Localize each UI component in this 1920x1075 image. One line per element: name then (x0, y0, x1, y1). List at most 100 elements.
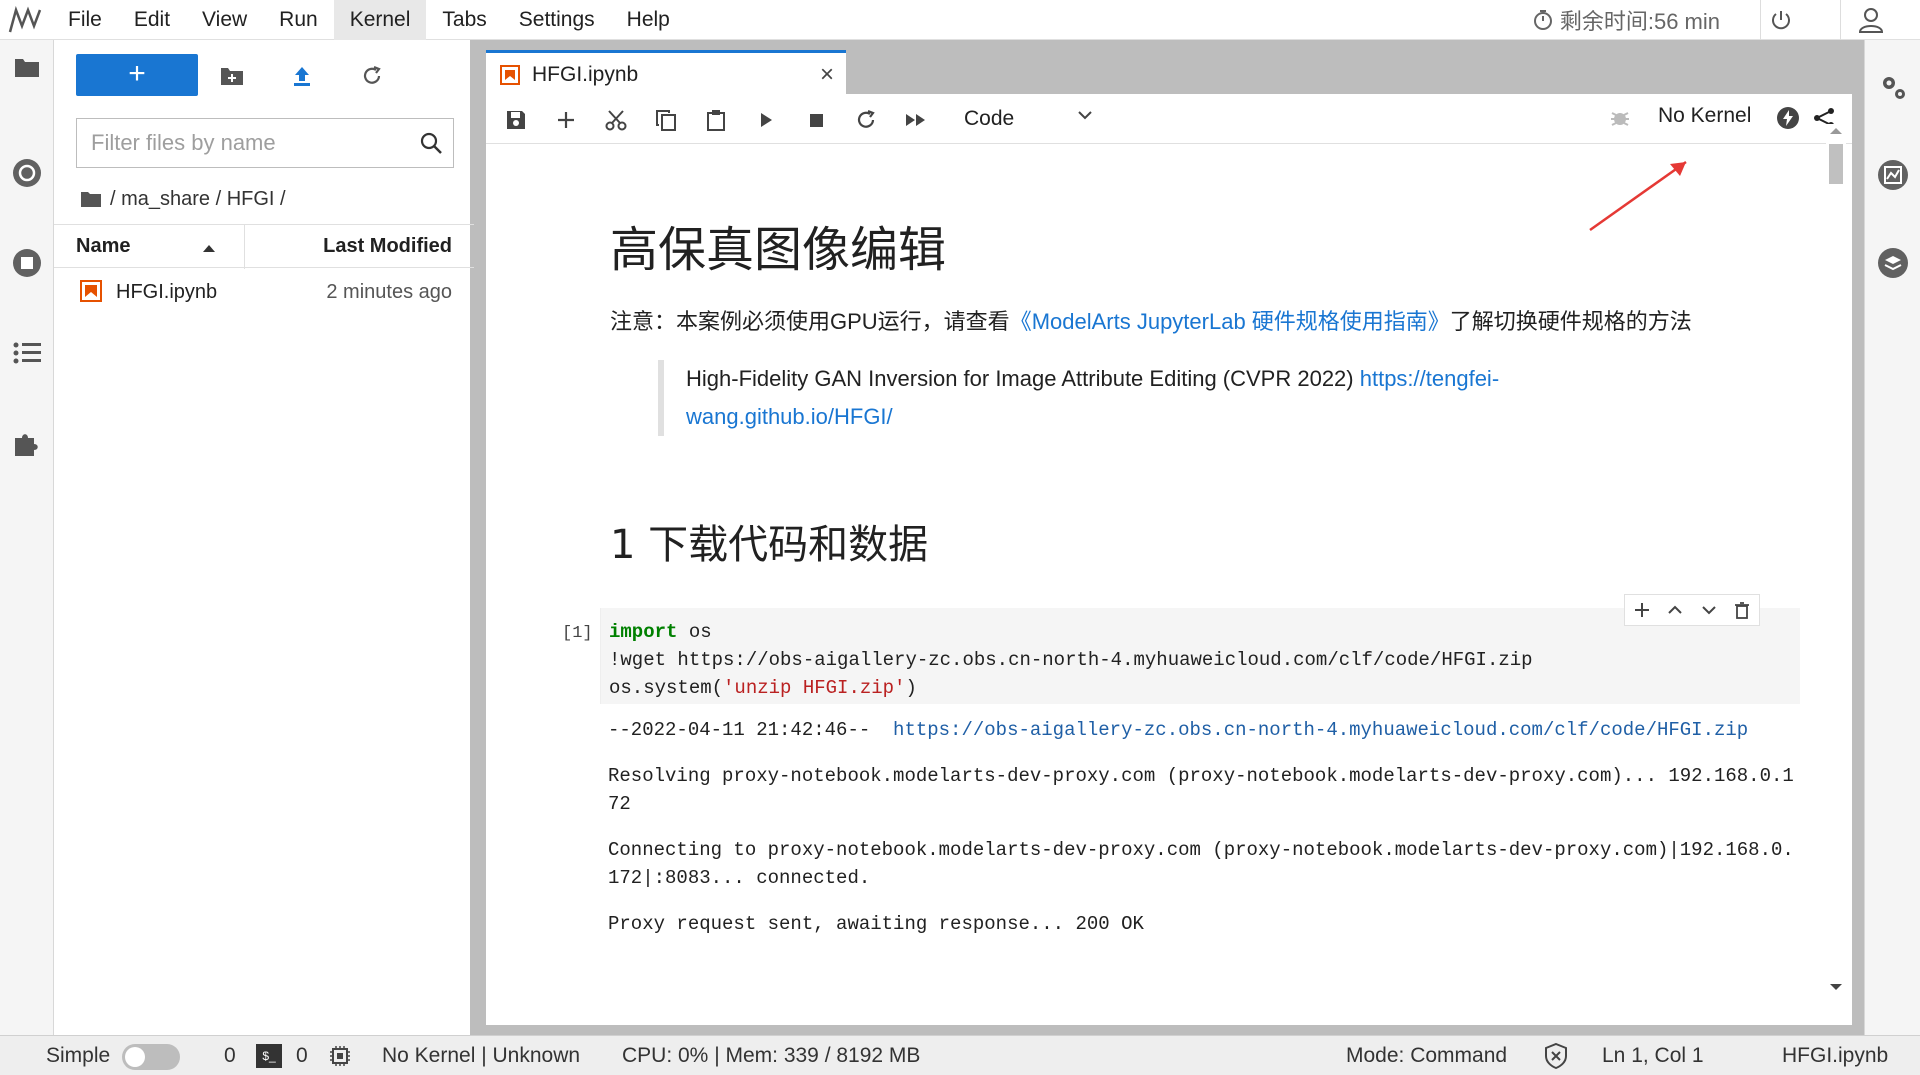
simple-mode-toggle[interactable] (122, 1044, 180, 1070)
column-modified-header[interactable]: Last Modified (323, 235, 452, 258)
scroll-up-icon[interactable] (1826, 124, 1846, 138)
insert-cell-button[interactable] (550, 104, 582, 136)
search-icon (420, 132, 442, 154)
hardware-guide-link[interactable]: 《ModelArts JupyterLab 硬件规格使用指南》 (1010, 309, 1450, 334)
file-list-item[interactable]: HFGI.ipynb 2 minutes ago (54, 272, 474, 312)
column-name-header[interactable]: Name (76, 235, 130, 258)
upload-button[interactable] (286, 60, 318, 92)
file-list-header: Name Last Modified (54, 224, 474, 269)
shutdown-button[interactable] (1760, 0, 1800, 40)
power-icon (1771, 11, 1790, 30)
trust-shield-icon[interactable] (1544, 1043, 1568, 1069)
breadcrumb: / ma_share / HFGI / (80, 183, 286, 215)
new-launcher-button[interactable]: + (76, 54, 198, 96)
left-activity-bar (0, 40, 54, 1035)
chevron-down-icon[interactable] (1700, 601, 1718, 619)
code-function: os.system (609, 677, 712, 699)
output-line: Proxy request sent, awaiting response...… (608, 913, 1144, 935)
upload-icon (294, 67, 310, 86)
debugger-icon[interactable] (1608, 106, 1632, 130)
column-divider[interactable] (244, 225, 245, 269)
file-browser-tab[interactable] (0, 40, 54, 94)
output-timestamp: --2022-04-11 21:42:46-- (608, 719, 894, 741)
file-browser-toolbar: + (54, 54, 474, 98)
kernel-status-text[interactable]: No Kernel | Unknown (382, 1044, 580, 1068)
user-icon (1858, 8, 1883, 33)
file-modified: 2 minutes ago (326, 281, 452, 303)
menu-file[interactable]: File (52, 0, 118, 40)
code-keyword: import (609, 621, 678, 643)
paste-icon (707, 110, 725, 131)
refresh-icon (857, 109, 875, 128)
chevron-up-icon[interactable] (1666, 601, 1684, 619)
cursor-position[interactable]: Ln 1, Col 1 (1602, 1044, 1704, 1068)
kernel-count[interactable]: 0 (224, 1044, 236, 1068)
kernel-name-button[interactable]: No Kernel (1658, 104, 1751, 128)
save-button[interactable] (500, 104, 532, 136)
running-sessions-tab[interactable] (0, 236, 54, 290)
kernel-status-icon (1777, 107, 1799, 129)
notebook-icon (500, 65, 520, 85)
app-logo (0, 0, 52, 40)
chevron-down-icon[interactable] (1076, 106, 1094, 124)
menu-settings[interactable]: Settings (503, 0, 611, 40)
execution-count: [1] (562, 624, 593, 643)
interrupt-button[interactable] (800, 104, 832, 136)
folder-icon[interactable] (80, 190, 102, 208)
notebook-tab[interactable]: HFGI.ipynb × (486, 50, 846, 94)
breadcrumb-path[interactable]: / ma_share / HFGI / (110, 188, 286, 211)
table-of-contents-tab[interactable] (0, 326, 54, 380)
plus-icon[interactable] (1633, 601, 1651, 619)
extensions-tab[interactable] (0, 416, 54, 470)
project-link-continued[interactable]: wang.github.io/HFGI/ (686, 404, 893, 429)
modelarts-tab[interactable] (0, 146, 54, 200)
terminal-icon[interactable]: $_ (256, 1044, 282, 1068)
scrollbar-thumb[interactable] (1829, 144, 1843, 184)
restart-button[interactable] (850, 104, 882, 136)
close-icon[interactable]: × (820, 61, 834, 89)
user-button[interactable] (1840, 0, 1900, 40)
menu-tabs[interactable]: Tabs (426, 0, 502, 40)
cell-type-value: Code (964, 107, 1015, 130)
paste-button[interactable] (700, 104, 732, 136)
code-editor[interactable]: import os !wget https://obs-aigallery-zc… (600, 608, 1800, 704)
new-folder-button[interactable] (216, 60, 248, 92)
status-bar: Simple 0 $_ 0 No Kernel | Unknown CPU: 0… (0, 1035, 1920, 1075)
resource-usage: CPU: 0% | Mem: 339 / 8192 MB (622, 1044, 921, 1067)
menu-help[interactable]: Help (611, 0, 686, 40)
menu-edit[interactable]: Edit (118, 0, 186, 40)
code-string: 'unzip HFGI.zip' (723, 677, 906, 699)
output-line: --2022-04-11 21:42:46-- https://obs-aiga… (608, 716, 1800, 744)
refresh-button[interactable] (356, 60, 388, 92)
menu-run[interactable]: Run (263, 0, 334, 40)
cpu-chip-icon (330, 1046, 350, 1066)
layers-icon (1878, 248, 1908, 278)
scroll-down-icon[interactable] (1826, 980, 1846, 994)
quote-text: High-Fidelity GAN Inversion for Image At… (686, 366, 1360, 391)
resource-monitor-tab[interactable] (1865, 150, 1920, 200)
copy-button[interactable] (650, 104, 682, 136)
file-filter-input[interactable]: Filter files by name (76, 118, 454, 168)
code-text: os (677, 621, 712, 643)
monitor-icon (1878, 160, 1908, 190)
menubar: File Edit View Run Kernel Tabs Settings … (0, 0, 1920, 40)
project-link[interactable]: https://tengfei- (1360, 366, 1499, 391)
menu-kernel[interactable]: Kernel (333, 0, 427, 40)
restart-run-all-button[interactable] (900, 104, 932, 136)
play-icon (761, 113, 772, 127)
property-inspector-tab[interactable] (1865, 62, 1920, 112)
remaining-time: 剩余时间:56 min (1532, 0, 1720, 40)
run-button[interactable] (750, 104, 782, 136)
layers-tab[interactable] (1865, 238, 1920, 288)
menu-view[interactable]: View (186, 0, 263, 40)
output-link[interactable]: https://obs-aigallery-zc.obs.cn-north-4.… (893, 719, 1748, 741)
notebook-scrollbar[interactable] (1826, 124, 1846, 994)
trash-icon[interactable] (1733, 601, 1751, 619)
cut-button[interactable] (600, 104, 632, 136)
code-cell[interactable]: [1] import os !wget https://obs-aigaller… (562, 594, 1800, 1028)
notebook-mode: Mode: Command (1346, 1044, 1508, 1067)
notebook-icon (80, 280, 102, 302)
terminal-count[interactable]: 0 (296, 1044, 308, 1068)
cell-output: --2022-04-11 21:42:46-- https://obs-aiga… (600, 716, 1800, 956)
current-filename: HFGI.ipynb (1782, 1044, 1889, 1067)
